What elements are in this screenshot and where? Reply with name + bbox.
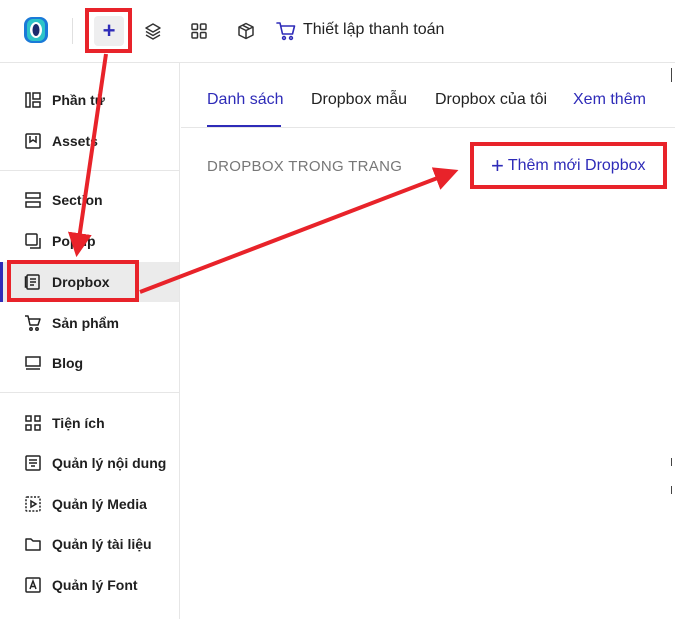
checkout-settings-link[interactable]: Thiết lập thanh toán bbox=[303, 21, 444, 39]
sidebar-divider bbox=[0, 170, 179, 171]
sidebar-item-label: Quản lý Media bbox=[52, 496, 147, 512]
sidebar-item-label: Blog bbox=[52, 355, 84, 371]
assets-icon bbox=[25, 133, 41, 149]
edge-mark bbox=[671, 458, 672, 466]
sidebar-item-label: Section bbox=[52, 192, 103, 208]
grid-icon bbox=[191, 23, 207, 39]
content-icon bbox=[25, 455, 41, 471]
sidebar-item-font-management[interactable]: Quản lý Font bbox=[0, 565, 179, 605]
sidebar-item-utilities[interactable]: Tiện ích bbox=[0, 403, 179, 443]
sidebar: Phần tử Assets Section Popup Dropbox Sản… bbox=[0, 63, 180, 619]
sidebar-item-label: Quản lý Font bbox=[52, 577, 138, 593]
box-button[interactable] bbox=[231, 16, 261, 46]
sidebar-item-label: Phần tử bbox=[52, 92, 105, 108]
annotation-box-add bbox=[85, 8, 132, 53]
layers-icon bbox=[145, 23, 161, 40]
tab-bar: Danh sách Dropbox mẫu Dropbox của tôi Xe… bbox=[181, 63, 675, 128]
cart-icon bbox=[25, 315, 41, 331]
elements-icon bbox=[25, 92, 41, 108]
edge-mark bbox=[671, 68, 672, 82]
sidebar-item-section[interactable]: Section bbox=[0, 180, 179, 220]
sidebar-item-assets[interactable]: Assets bbox=[0, 121, 179, 161]
font-icon bbox=[25, 577, 41, 593]
active-tab-indicator bbox=[207, 125, 281, 127]
annotation-box-dropbox bbox=[7, 260, 139, 302]
toolbar-separator bbox=[72, 18, 73, 44]
sidebar-item-popup[interactable]: Popup bbox=[0, 221, 179, 261]
sidebar-item-media-management[interactable]: Quản lý Media bbox=[0, 484, 179, 524]
sidebar-item-label: Popup bbox=[52, 233, 96, 249]
logo-icon[interactable] bbox=[22, 15, 50, 45]
popup-icon bbox=[25, 233, 41, 249]
media-icon bbox=[25, 496, 41, 512]
tab-see-more[interactable]: Xem thêm bbox=[573, 91, 646, 109]
sidebar-item-products[interactable]: Sản phẩm bbox=[0, 303, 179, 343]
annotation-box-add-dropbox bbox=[470, 142, 667, 189]
sidebar-item-document-management[interactable]: Quản lý tài liệu bbox=[0, 524, 179, 564]
section-title: DROPBOX TRONG TRANG bbox=[207, 158, 403, 175]
sidebar-item-content-management[interactable]: Quản lý nội dung bbox=[0, 443, 179, 483]
tab-list[interactable]: Danh sách bbox=[207, 91, 284, 109]
layers-button[interactable] bbox=[138, 16, 168, 46]
sidebar-item-label: Quản lý nội dung bbox=[52, 455, 167, 471]
blog-icon bbox=[25, 356, 41, 370]
sidebar-divider bbox=[0, 392, 179, 393]
grid-button[interactable] bbox=[184, 16, 214, 46]
sidebar-item-label: Sản phẩm bbox=[52, 315, 119, 331]
sidebar-item-label: Tiện ích bbox=[52, 415, 105, 431]
utilities-icon bbox=[25, 415, 41, 431]
folder-icon bbox=[25, 538, 41, 551]
annotation-arrow bbox=[139, 167, 459, 294]
cart-icon[interactable] bbox=[275, 20, 297, 42]
tab-dropbox-templates[interactable]: Dropbox mẫu bbox=[311, 91, 407, 109]
sidebar-item-blog[interactable]: Blog bbox=[0, 343, 179, 383]
tab-my-dropbox[interactable]: Dropbox của tôi bbox=[435, 91, 547, 109]
box-icon bbox=[238, 22, 254, 40]
sidebar-item-elements[interactable]: Phần tử bbox=[0, 80, 179, 120]
edge-mark bbox=[671, 486, 672, 494]
sidebar-item-label: Quản lý tài liệu bbox=[52, 536, 152, 552]
sidebar-item-label: Assets bbox=[52, 133, 98, 149]
section-icon bbox=[25, 192, 41, 208]
